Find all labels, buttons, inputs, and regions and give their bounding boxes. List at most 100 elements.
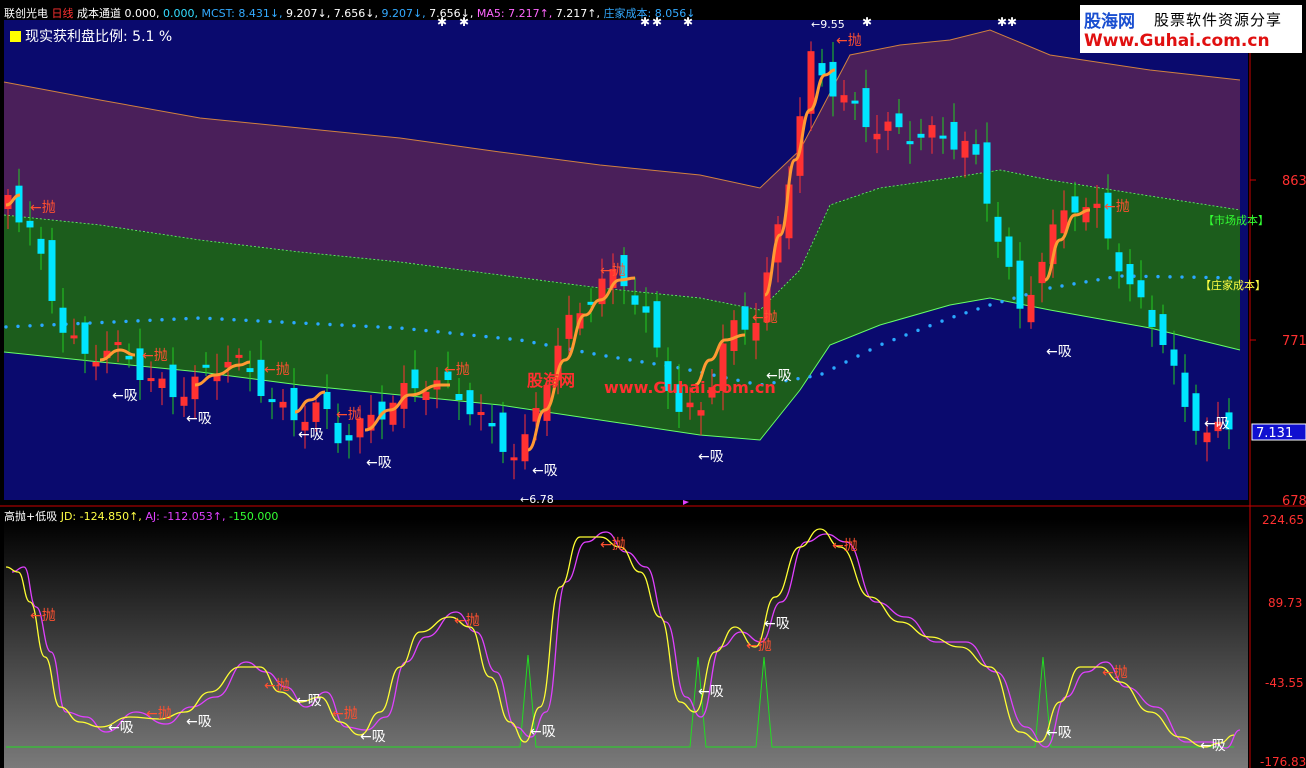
cost-dot [28, 324, 32, 328]
candle-body [950, 121, 958, 150]
axis-label-771: 771 [1282, 334, 1306, 349]
sub-buy-signal: ←吸 [1046, 725, 1072, 741]
dealer-cost-label: 【庄家成本】 [1200, 278, 1266, 292]
watermark-slogan: 股票软件资源分享 [1154, 11, 1283, 29]
sell-signal: ←抛 [142, 348, 168, 364]
sell-signal: ←抛 [264, 362, 290, 378]
cost-dot [460, 332, 464, 336]
cost-dot [256, 319, 260, 323]
cost-dot [1084, 280, 1088, 284]
cost-dot [628, 358, 632, 362]
candle-body [158, 378, 166, 388]
sell-signal: ←抛 [336, 407, 362, 423]
candle-body [466, 390, 474, 415]
candle-body [323, 391, 331, 410]
price-chart[interactable]: ←抛←抛←抛←抛←抛←抛←抛←抛←抛←吸←吸←吸←吸 ←吸←吸←吸←吸←吸 863… [0, 0, 1306, 507]
sub-sell-signal: ←抛 [264, 678, 290, 694]
cost-dot [136, 319, 140, 323]
cost-dot [832, 366, 836, 370]
candle-body [1148, 309, 1156, 327]
candle-body [686, 402, 694, 408]
stock-name: 联创光电 [4, 7, 48, 20]
cost-dot [316, 322, 320, 326]
indicator-value: 9.207↓, [377, 7, 426, 20]
candle-body [884, 121, 892, 131]
candle-body [1093, 203, 1101, 208]
cost-dot [52, 323, 56, 327]
candle-body [92, 361, 100, 367]
cost-dot [904, 333, 908, 337]
sub-sell-signal: ←抛 [454, 613, 480, 629]
candle-body [1137, 280, 1145, 298]
cost-dot [1192, 275, 1196, 279]
high-marker: ←9.55 [811, 18, 845, 31]
candle-body [917, 133, 925, 138]
center-watermark-cn: 股海网 [527, 371, 575, 390]
cost-dot [172, 317, 176, 321]
candle-body [246, 368, 254, 373]
indicator-value: 0.000, [159, 7, 198, 20]
cost-dot [244, 318, 248, 322]
candle-body [312, 402, 320, 422]
candle-body [521, 434, 529, 462]
cost-dot [856, 354, 860, 358]
sub-sell-signal: ←抛 [746, 638, 772, 654]
period: 日线 [51, 7, 74, 20]
candle-body [1170, 349, 1178, 366]
cost-dot [268, 319, 272, 324]
event-marker: ✱ [1007, 15, 1017, 29]
cost-dot [112, 320, 116, 324]
candle-body [268, 399, 276, 403]
candle-body [1181, 372, 1189, 407]
cost-dot [952, 315, 956, 319]
candle-body [81, 322, 89, 354]
sub-sell-signal: ←抛 [1102, 665, 1128, 681]
candle-body [1192, 393, 1200, 431]
candle-body [345, 435, 353, 441]
legend-text: 现实获利盘比例: 5.1 % [25, 29, 173, 45]
candle-body [125, 355, 133, 360]
current-price-value: 7.131 [1256, 426, 1293, 441]
candle-body [477, 412, 485, 416]
cost-dot [820, 372, 824, 376]
sell-signal: ←抛 [600, 263, 626, 279]
cost-dot [1108, 276, 1112, 280]
cost-dot [688, 368, 692, 372]
market-cost-label: 【市场成本】 [1203, 213, 1269, 227]
candle-body [631, 295, 639, 305]
candle-body [972, 144, 980, 155]
candle-body [961, 140, 969, 158]
oscillator-chart[interactable]: ←抛 ←抛←抛 ←抛←抛←抛 ←抛←抛←抛←吸 ←吸←吸←吸 ←吸←吸←吸←吸←吸 224… [0, 507, 1306, 768]
sub-sell-signal: ←抛 [600, 537, 626, 553]
sub-sell-signal: ←抛 [146, 706, 172, 722]
candle-body [1203, 432, 1211, 443]
event-marker: ✱ [997, 15, 1007, 29]
cost-dot [964, 311, 968, 315]
cost-dot [1048, 286, 1052, 290]
candle-body [279, 401, 287, 408]
cost-dot [1072, 282, 1076, 286]
candle-body [191, 376, 199, 400]
cost-dot [1156, 274, 1160, 279]
cost-dot [916, 328, 920, 333]
sub-buy-signal: ←吸 [530, 724, 556, 740]
candle-body [411, 369, 419, 389]
cost-dot [532, 340, 536, 345]
cost-dot [604, 354, 608, 358]
cost-dot [340, 323, 344, 327]
indicator-value: MCST: 8.431↓, [197, 7, 283, 20]
indicator-value: MA5: 7.217↑, [473, 7, 553, 20]
candle-body [334, 422, 342, 444]
candle-body [1038, 261, 1046, 284]
candle-body [906, 141, 914, 145]
candle-body [851, 100, 859, 104]
cost-dot [100, 320, 104, 325]
cost-dot [232, 318, 236, 322]
candle-body [1005, 236, 1013, 267]
cost-dot [988, 303, 992, 307]
event-marker: ✱ [862, 15, 872, 29]
indicator-value: 0.000, [124, 7, 160, 20]
cost-dot [184, 316, 188, 321]
cost-dot [484, 334, 488, 339]
sub-axis-label: -43.55 [1265, 676, 1304, 690]
